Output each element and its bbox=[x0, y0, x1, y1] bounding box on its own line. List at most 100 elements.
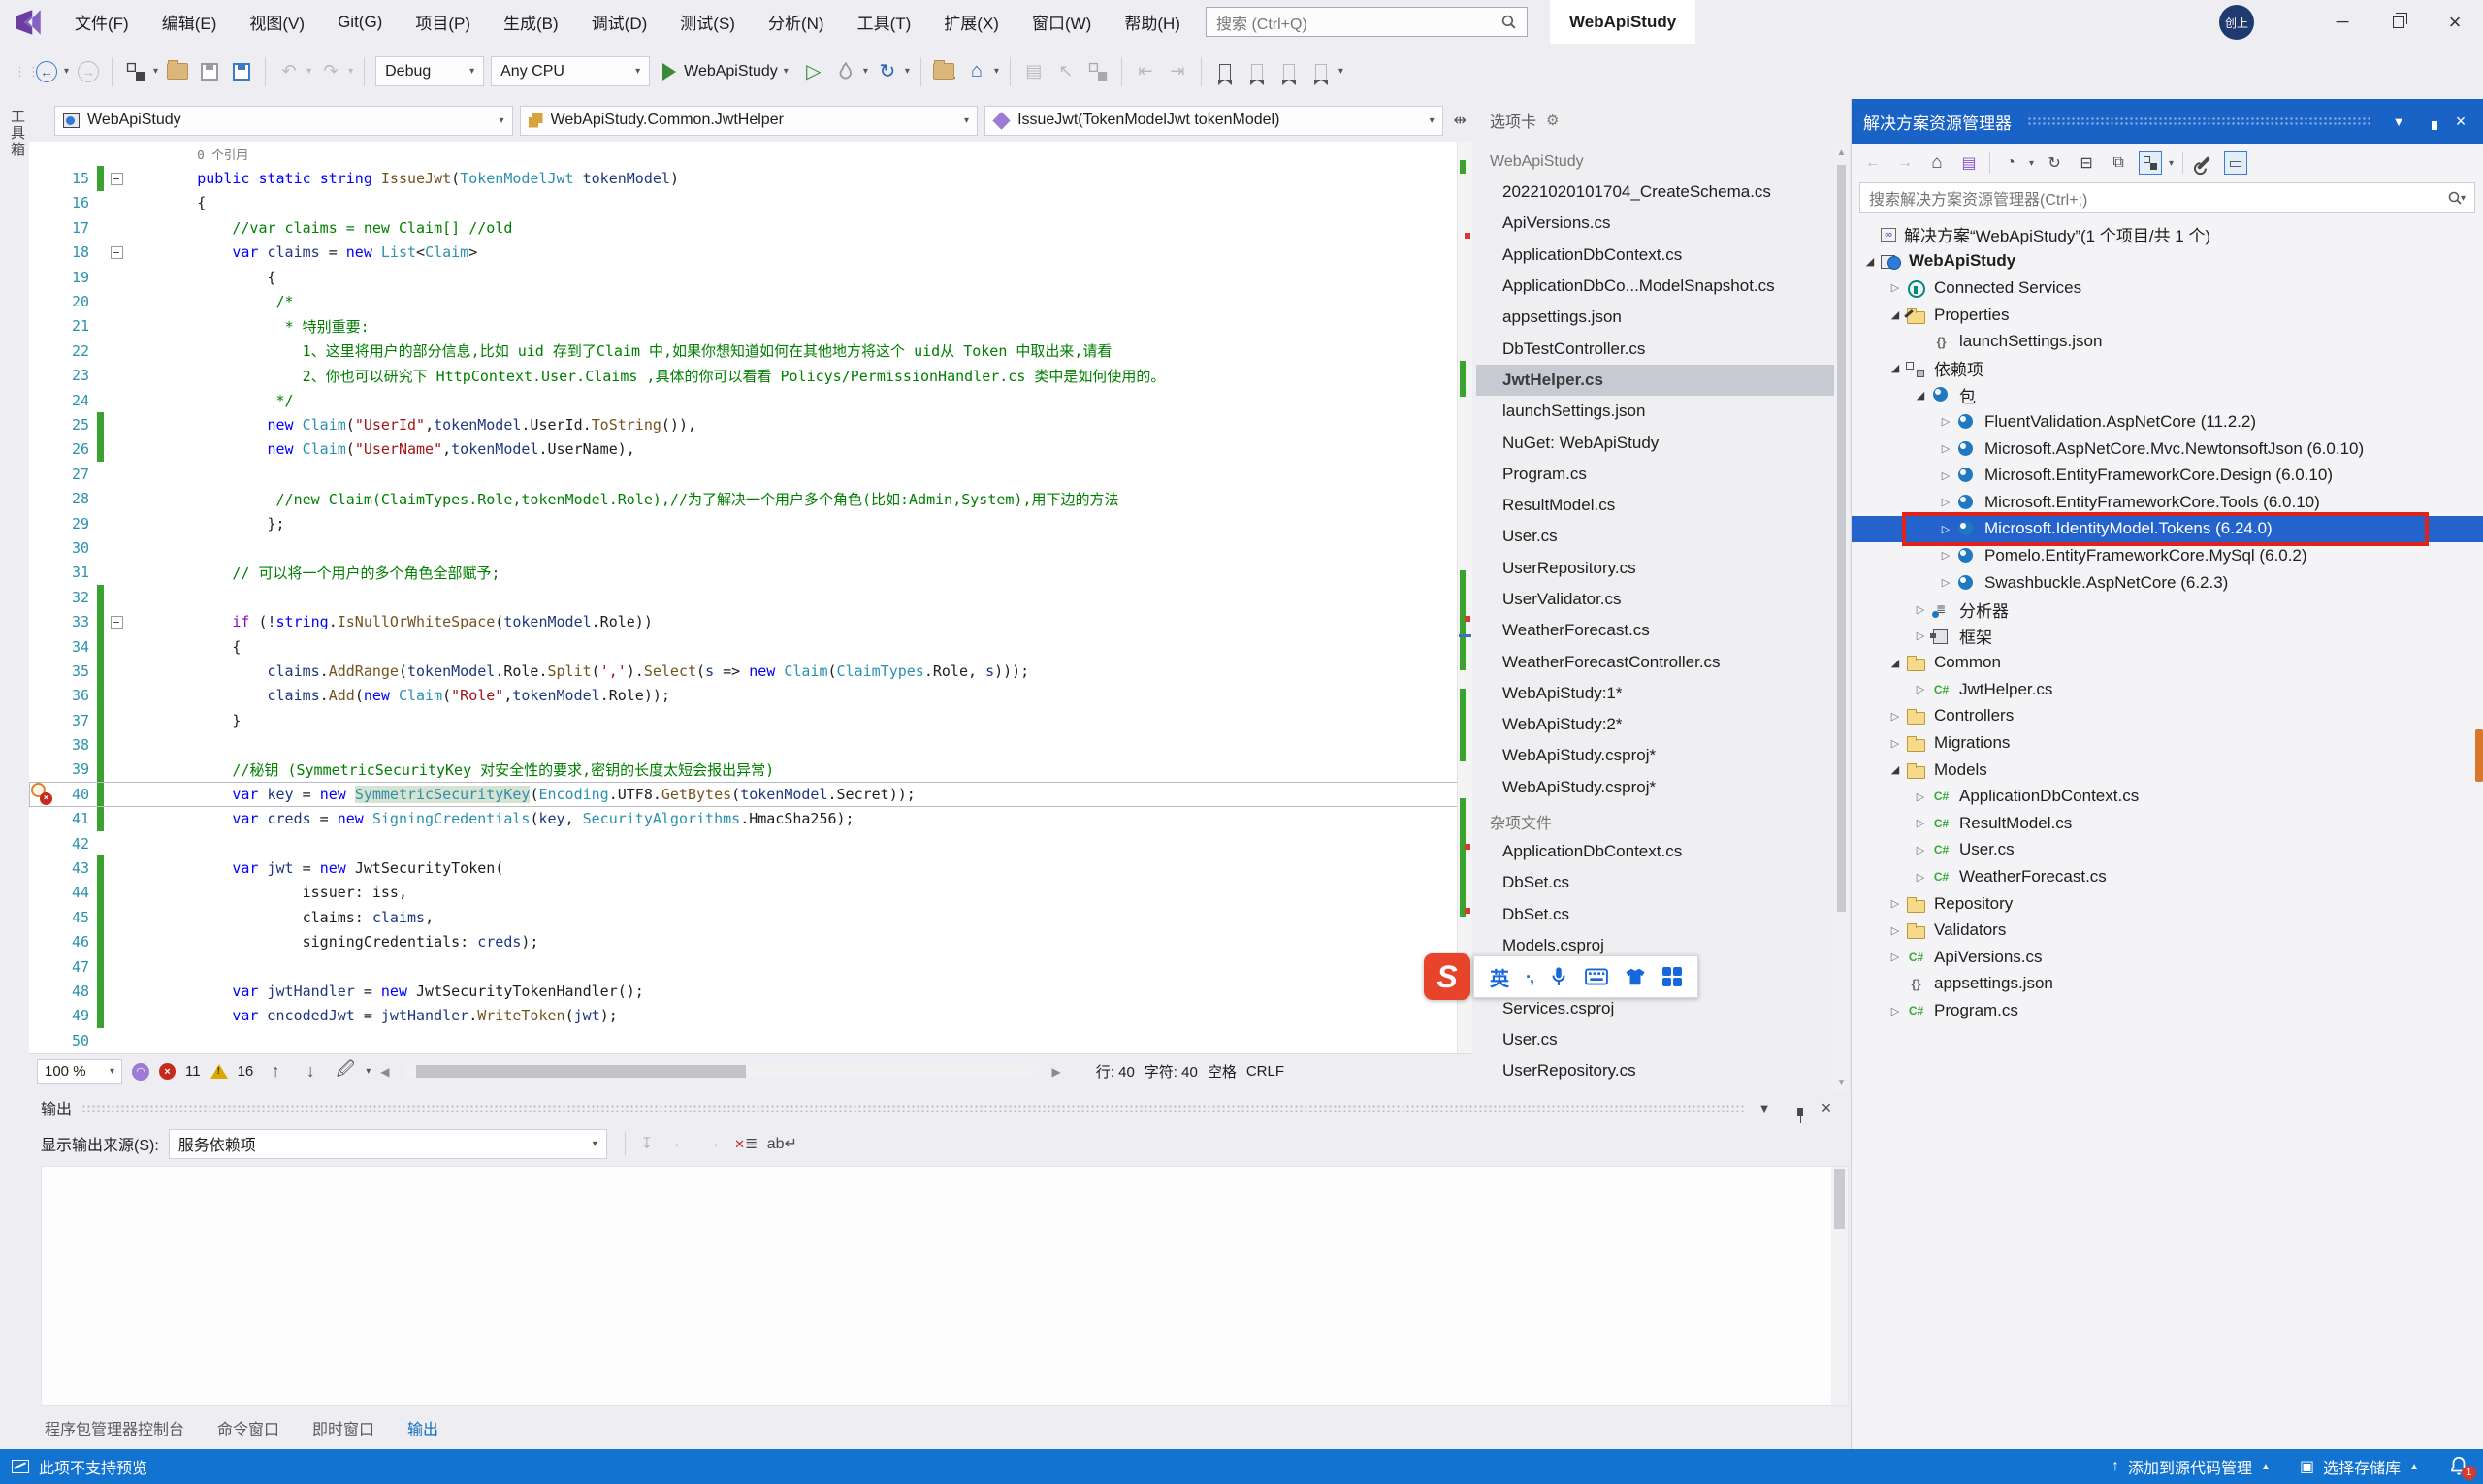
tool-window-tab[interactable]: 命令窗口 bbox=[217, 1416, 279, 1439]
tree-item[interactable]: {}launchSettings.json bbox=[1852, 328, 2483, 355]
document-tab[interactable]: ApplicationDbCo...ModelSnapshot.cs bbox=[1476, 271, 1834, 302]
chevron-collapsed-icon[interactable]: ▷ bbox=[1910, 790, 1931, 803]
tree-item[interactable]: ▷Migrations bbox=[1852, 729, 2483, 757]
decrease-indent-icon[interactable]: ⇤ bbox=[1133, 59, 1158, 84]
chevron-collapsed-icon[interactable]: ▷ bbox=[1910, 629, 1931, 642]
chevron-expanded-icon[interactable]: ◢ bbox=[1885, 657, 1906, 669]
document-tab[interactable]: JwtHelper.cs bbox=[1476, 365, 1834, 396]
platform-dropdown[interactable]: Any CPU▾ bbox=[491, 56, 650, 86]
chevron-collapsed-icon[interactable]: ▷ bbox=[1885, 897, 1906, 910]
chevron-collapsed-icon[interactable]: ▷ bbox=[1910, 844, 1931, 856]
tree-item[interactable]: ▷FluentValidation.AspNetCore (11.2.2) bbox=[1852, 408, 2483, 436]
chevron-collapsed-icon[interactable]: ▷ bbox=[1910, 817, 1931, 829]
document-tab[interactable]: WeatherForecastController.cs bbox=[1476, 646, 1834, 677]
tree-item[interactable]: ▷Connected Services bbox=[1852, 274, 2483, 302]
output-scrollbar[interactable] bbox=[1831, 1167, 1848, 1405]
code-line[interactable]: 46 signingCredentials: creds); bbox=[29, 930, 1472, 954]
microphone-icon[interactable] bbox=[1549, 966, 1568, 987]
tool-window-tab[interactable]: 程序包管理器控制台 bbox=[45, 1416, 184, 1439]
document-tab[interactable]: launchSettings.json bbox=[1476, 396, 1834, 427]
code-line[interactable]: 37 } bbox=[29, 708, 1472, 732]
document-tab[interactable]: User.cs bbox=[1476, 1024, 1834, 1055]
codelens-row[interactable]: 0 个引用 bbox=[29, 142, 1472, 166]
tree-item[interactable]: ▷Validators bbox=[1852, 917, 2483, 944]
menu-item[interactable]: 文件(F) bbox=[58, 0, 145, 44]
chevron-collapsed-icon[interactable]: ▷ bbox=[1935, 549, 1956, 562]
code-line[interactable]: 41 var creds = new SigningCredentials(ke… bbox=[29, 807, 1472, 831]
document-tab[interactable]: UserRepository.cs bbox=[1476, 553, 1834, 584]
document-tab[interactable]: ApplicationDbContext.cs bbox=[1476, 240, 1834, 271]
code-area[interactable]: 0 个引用15− public static string IssueJwt(T… bbox=[29, 142, 1472, 1053]
menu-item[interactable]: 测试(S) bbox=[663, 0, 752, 44]
forward-icon[interactable]: → bbox=[1893, 151, 1917, 175]
suggestion-icon[interactable]: ◠ bbox=[132, 1063, 149, 1081]
close-button[interactable]: × bbox=[2427, 0, 2483, 44]
keyboard-icon[interactable] bbox=[1585, 967, 1608, 986]
tool-window-tab[interactable]: 即时窗口 bbox=[312, 1416, 374, 1439]
code-line[interactable]: 27 bbox=[29, 462, 1472, 486]
navigate-back-button[interactable]: ← bbox=[34, 59, 59, 84]
menu-item[interactable]: 窗口(W) bbox=[1016, 0, 1108, 44]
ime-language-mode[interactable]: 英 bbox=[1490, 963, 1509, 991]
select-repository-button[interactable]: ▣ 选择存储库 ▲ bbox=[2300, 1455, 2419, 1478]
chevron-collapsed-icon[interactable]: ▷ bbox=[1935, 469, 1956, 482]
chevron-expanded-icon[interactable]: ◢ bbox=[1859, 255, 1881, 268]
tree-item[interactable]: ◢Properties bbox=[1852, 302, 2483, 329]
code-line[interactable]: 23 2、你也可以研究下 HttpContext.User.Claims ,具体… bbox=[29, 364, 1472, 388]
tree-item[interactable]: ▷Microsoft.IdentityModel.Tokens (6.24.0) bbox=[1852, 516, 2483, 543]
chevron-collapsed-icon[interactable]: ▷ bbox=[1885, 1005, 1906, 1017]
next-message-icon[interactable]: → bbox=[701, 1135, 725, 1152]
tree-item[interactable]: ▷Microsoft.EntityFrameworkCore.Design (6… bbox=[1852, 462, 2483, 489]
document-tab[interactable]: WebApiStudy:1* bbox=[1476, 678, 1834, 709]
menu-item[interactable]: 视图(V) bbox=[233, 0, 321, 44]
spaces-indicator[interactable]: 空格 bbox=[1208, 1061, 1237, 1081]
code-line[interactable]: 18− var claims = new List<Claim> bbox=[29, 241, 1472, 265]
tabs-scrollbar[interactable]: ▲ ▼ bbox=[1834, 144, 1849, 1092]
start-debugging-button[interactable]: WebApiStudy▾ bbox=[657, 63, 794, 81]
code-line[interactable]: 39 //秘钥 (SymmetricSecurityKey 对安全性的要求,密钥… bbox=[29, 758, 1472, 782]
code-line[interactable]: 30 bbox=[29, 535, 1472, 560]
chevron-collapsed-icon[interactable]: ▷ bbox=[1885, 281, 1906, 294]
tree-item[interactable]: {}appsettings.json bbox=[1852, 971, 2483, 998]
hot-reload-icon[interactable] bbox=[833, 59, 858, 84]
solution-search-input[interactable]: 搜索解决方案资源管理器(Ctrl+;) ▾ bbox=[1859, 182, 2475, 213]
tree-item[interactable]: ▷C#ApplicationDbContext.cs bbox=[1852, 783, 2483, 810]
tree-item[interactable]: ▷≣分析器 bbox=[1852, 596, 2483, 623]
avatar[interactable]: 创上 bbox=[2219, 5, 2254, 40]
code-cleanup-icon[interactable]: 🖉 bbox=[333, 1059, 358, 1084]
document-tab[interactable]: Program.cs bbox=[1476, 459, 1834, 490]
code-line[interactable]: 36 claims.Add(new Claim("Role",tokenMode… bbox=[29, 684, 1472, 708]
error-count[interactable]: 11 bbox=[185, 1063, 201, 1080]
next-issue-icon[interactable]: ↓ bbox=[298, 1059, 323, 1084]
document-tab[interactable]: NuGet: WebApiStudy bbox=[1476, 427, 1834, 458]
tree-item[interactable]: ◢包 bbox=[1852, 382, 2483, 409]
toolbox-grid-icon[interactable] bbox=[1662, 967, 1682, 986]
code-line[interactable]: 35 claims.AddRange(tokenModel.Role.Split… bbox=[29, 659, 1472, 683]
copy-parallel-icon[interactable] bbox=[1085, 59, 1111, 84]
chevron-collapsed-icon[interactable]: ▷ bbox=[1885, 737, 1906, 750]
document-tab[interactable]: appsettings.json bbox=[1476, 302, 1834, 333]
document-tab[interactable]: DbSet.cs bbox=[1476, 867, 1834, 898]
tree-item[interactable]: ▷Controllers bbox=[1852, 703, 2483, 730]
document-tab[interactable]: 20221020101704_CreateSchema.cs bbox=[1476, 177, 1834, 208]
toggle-bookmark-icon[interactable] bbox=[1212, 59, 1238, 84]
chevron-collapsed-icon[interactable]: ▷ bbox=[1885, 924, 1906, 937]
codelens-references[interactable]: 0 个引用 bbox=[197, 147, 248, 162]
fold-margin[interactable]: − bbox=[106, 616, 127, 629]
tree-item[interactable]: ▷C#WeatherForecast.cs bbox=[1852, 863, 2483, 890]
next-bookmark-icon[interactable] bbox=[1276, 59, 1302, 84]
new-project-icon[interactable] bbox=[123, 59, 148, 84]
clear-bookmarks-icon[interactable] bbox=[1308, 59, 1334, 84]
tree-item[interactable]: ▷框架 bbox=[1852, 623, 2483, 650]
quick-search-input[interactable]: 搜索 (Ctrl+Q) bbox=[1206, 7, 1528, 37]
close-panel-icon[interactable]: × bbox=[1816, 1098, 1837, 1118]
menu-item[interactable]: 项目(P) bbox=[399, 0, 487, 44]
document-tab[interactable]: WebApiStudy.csproj* bbox=[1476, 740, 1834, 771]
window-position-icon[interactable]: ▼ bbox=[1754, 1101, 1775, 1115]
code-line[interactable]: 45 claims: claims, bbox=[29, 905, 1472, 929]
goto-message-icon[interactable]: ↧ bbox=[635, 1134, 659, 1153]
skin-icon[interactable] bbox=[1625, 967, 1646, 986]
restart-icon[interactable]: ↻ bbox=[875, 59, 900, 84]
chevron-expanded-icon[interactable]: ◢ bbox=[1885, 362, 1906, 374]
code-line[interactable]: 31 // 可以将一个用户的多个角色全部赋予; bbox=[29, 561, 1472, 585]
